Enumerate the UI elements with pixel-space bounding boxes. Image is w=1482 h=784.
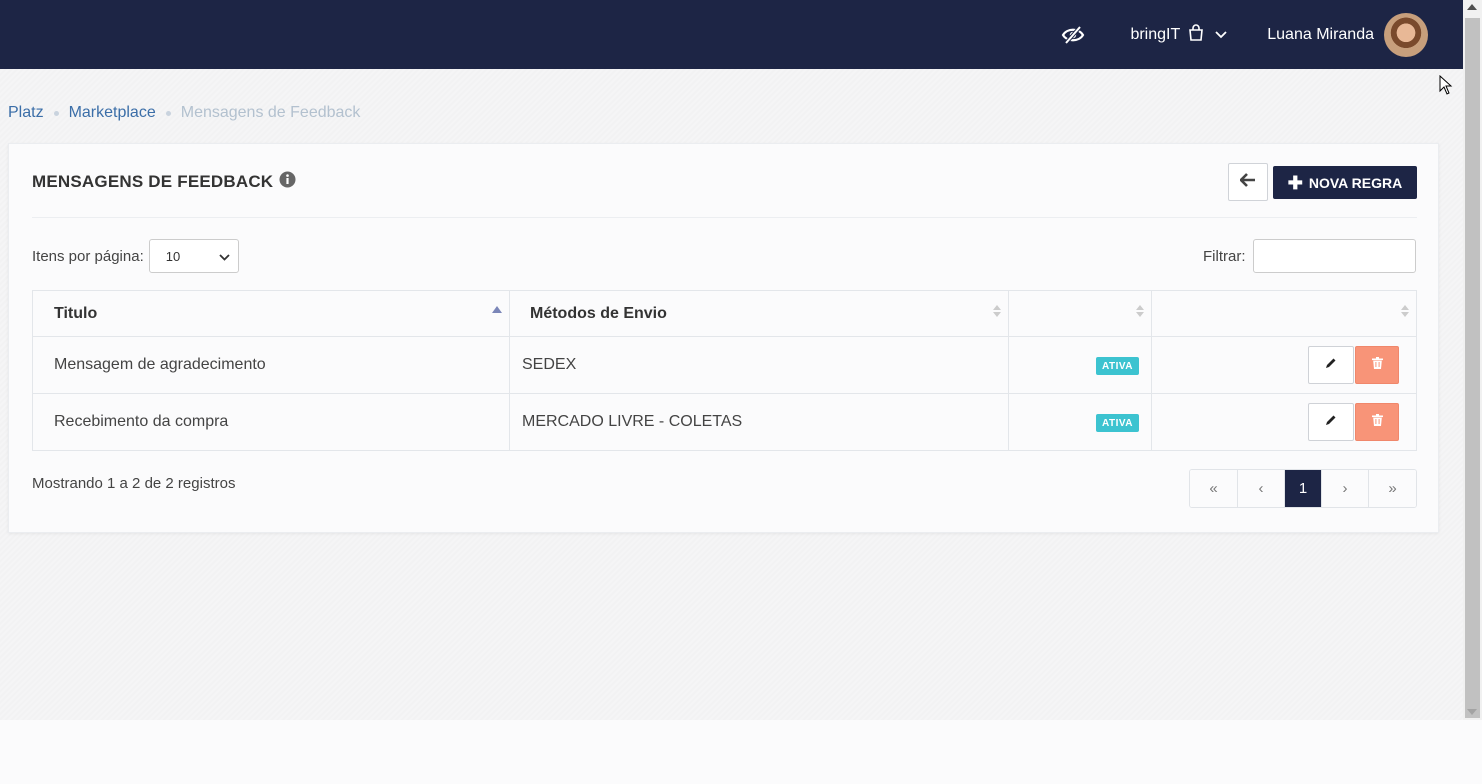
per-page-select[interactable]: 10: [148, 239, 239, 273]
filter-label: Filtrar:: [1203, 247, 1246, 265]
info-icon[interactable]: [279, 171, 296, 193]
pagination-previous[interactable]: ‹: [1238, 470, 1285, 507]
pagination: « ‹ 1 › »: [1189, 469, 1417, 508]
breadcrumb-separator: [53, 110, 59, 116]
feedback-messages-card: MENSAGENS DE FEEDBACK ✚ NOVA REGRA Itens…: [8, 143, 1439, 533]
new-rule-button[interactable]: ✚ NOVA REGRA: [1273, 166, 1417, 199]
header-divider: [32, 217, 1417, 218]
top-navbar: bringIT Luana Miranda: [0, 0, 1463, 69]
breadcrumb-marketplace[interactable]: Marketplace: [69, 104, 156, 122]
chevron-down-icon: [219, 249, 230, 264]
feedback-table: Titulo Métodos de Envio Mensagem de agra…: [32, 290, 1417, 451]
user-name: Luana Miranda: [1267, 25, 1374, 43]
breadcrumb-platz[interactable]: Platz: [8, 104, 44, 122]
user-menu[interactable]: Luana Miranda: [1267, 12, 1428, 57]
back-button[interactable]: [1228, 163, 1268, 201]
table-header-row: Titulo Métodos de Envio: [32, 290, 1417, 337]
company-name: bringIT: [1130, 25, 1181, 43]
cell-actions: [1151, 336, 1417, 394]
edit-button[interactable]: [1308, 403, 1354, 441]
mouse-cursor-icon: [1439, 74, 1453, 100]
scroll-up-arrow-icon[interactable]: [1467, 4, 1477, 10]
page-title-text: MENSAGENS DE FEEDBACK: [32, 172, 274, 191]
pagination-first[interactable]: «: [1190, 470, 1238, 507]
pencil-icon: [1325, 356, 1337, 374]
column-header-titulo[interactable]: Titulo: [32, 290, 510, 337]
cell-title: Recebimento da compra: [32, 393, 510, 451]
shopping-bag-icon: [1187, 23, 1205, 46]
column-header-actions[interactable]: [1151, 290, 1417, 337]
plus-icon: ✚: [1287, 172, 1303, 193]
avatar: [1384, 12, 1428, 57]
column-header-status[interactable]: [1008, 290, 1152, 337]
cell-status: ATIVA: [1008, 393, 1152, 451]
pagination-last[interactable]: »: [1369, 470, 1416, 507]
sort-icon: [1401, 305, 1409, 317]
items-per-page: Itens por página: 10: [32, 239, 239, 273]
records-info: Mostrando 1 a 2 de 2 registros: [32, 475, 236, 492]
column-header-metodos[interactable]: Métodos de Envio: [509, 290, 1009, 337]
column-label: Métodos de Envio: [530, 304, 667, 322]
sort-asc-icon: [492, 306, 502, 313]
arrow-left-icon: [1239, 172, 1256, 192]
sort-icon: [1136, 305, 1144, 317]
delete-button[interactable]: [1355, 403, 1399, 441]
cell-actions: [1151, 393, 1417, 451]
breadcrumb-current: Mensagens de Feedback: [180, 104, 361, 121]
pagination-next[interactable]: ›: [1322, 470, 1369, 507]
per-page-value: 10: [165, 248, 181, 264]
pencil-icon: [1325, 413, 1337, 431]
scrollbar-thumb[interactable]: [1465, 18, 1480, 718]
delete-button[interactable]: [1355, 346, 1399, 384]
chevron-down-icon: [1215, 26, 1227, 44]
cell-title: Mensagem de agradecimento: [32, 336, 510, 394]
breadcrumb: Platz Marketplace Mensagens de Feedback: [8, 104, 360, 122]
per-page-label: Itens por página:: [32, 247, 144, 265]
column-label: Titulo: [54, 304, 98, 322]
filter-input[interactable]: [1252, 239, 1416, 273]
edit-button[interactable]: [1308, 346, 1354, 384]
trash-icon: [1371, 356, 1383, 374]
table-row: Mensagem de agradecimento SEDEX ATIVA: [32, 336, 1417, 394]
cell-status: ATIVA: [1008, 336, 1152, 394]
status-badge: ATIVA: [1095, 357, 1139, 375]
pagination-page-1[interactable]: 1: [1285, 470, 1322, 507]
scroll-down-arrow-icon[interactable]: [1467, 709, 1477, 715]
company-selector[interactable]: bringIT: [1130, 23, 1227, 46]
hide-values-eye-icon[interactable]: [1060, 22, 1086, 48]
new-rule-label: NOVA REGRA: [1308, 174, 1403, 191]
sort-icon: [993, 305, 1001, 317]
trash-icon: [1371, 413, 1383, 431]
cell-method: MERCADO LIVRE - COLETAS: [509, 393, 1009, 451]
status-badge: ATIVA: [1095, 414, 1139, 432]
cell-method: SEDEX: [509, 336, 1009, 394]
filter: Filtrar:: [1203, 239, 1416, 273]
breadcrumb-separator: [165, 110, 171, 116]
table-row: Recebimento da compra MERCADO LIVRE - CO…: [32, 393, 1417, 451]
page-title: MENSAGENS DE FEEDBACK: [32, 171, 296, 193]
